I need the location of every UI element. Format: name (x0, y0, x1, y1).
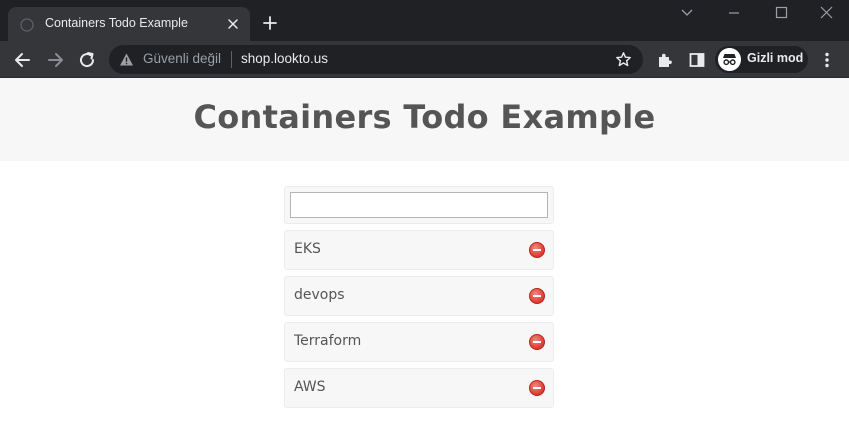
browser-toolbar: Güvenli değil shop.lookto.us Gizli mod (0, 41, 849, 78)
window-close-icon[interactable] (815, 5, 837, 21)
incognito-label: Gizli mod (747, 51, 804, 65)
todo-item: devops (284, 276, 554, 316)
url-text[interactable]: shop.lookto.us (241, 51, 328, 66)
todo-item-text: AWS (294, 379, 326, 395)
incognito-icon (718, 48, 741, 71)
address-separator (231, 51, 232, 68)
tab-search-chevron-down-icon[interactable] (676, 5, 698, 21)
menu-kebab-icon[interactable] (817, 50, 837, 70)
security-status-label[interactable]: Güvenli değil (143, 51, 221, 66)
todo-item: EKS (284, 230, 554, 270)
todo-item-text: Terraform (294, 333, 362, 349)
side-panel-icon[interactable] (687, 50, 707, 70)
todo-item: AWS (284, 368, 554, 408)
new-todo-container (284, 186, 554, 224)
todo-item-text: EKS (294, 241, 321, 257)
active-tab[interactable]: Containers Todo Example (8, 7, 250, 41)
remove-icon[interactable] (529, 334, 545, 350)
tab-close-icon[interactable] (225, 16, 241, 32)
todo-list: EKS devops Terraform AWS (284, 186, 554, 408)
page-header: Containers Todo Example (0, 78, 849, 161)
reload-icon[interactable] (77, 50, 97, 70)
new-tab-plus-icon[interactable] (262, 15, 278, 31)
new-todo-input[interactable] (290, 192, 548, 218)
back-icon[interactable] (13, 50, 33, 70)
remove-icon[interactable] (529, 242, 545, 258)
todo-item: Terraform (284, 322, 554, 362)
tab-title: Containers Todo Example (45, 16, 188, 30)
address-bar[interactable]: Güvenli değil shop.lookto.us (109, 45, 643, 74)
tab-strip: Containers Todo Example (0, 0, 849, 41)
todo-item-text: devops (294, 287, 345, 303)
page-title: Containers Todo Example (193, 98, 656, 136)
warning-icon[interactable] (119, 52, 134, 67)
bookmark-star-icon[interactable] (615, 51, 632, 68)
favicon-icon (20, 18, 34, 32)
remove-icon[interactable] (529, 380, 545, 396)
minimize-icon[interactable] (723, 5, 745, 21)
incognito-profile-button[interactable]: Gizli mod (715, 46, 808, 73)
maximize-icon[interactable] (770, 5, 792, 21)
remove-icon[interactable] (529, 288, 545, 304)
forward-icon[interactable] (45, 50, 65, 70)
page-content: Containers Todo Example EKS devops Terra… (0, 78, 849, 432)
extensions-puzzle-icon[interactable] (655, 50, 675, 70)
